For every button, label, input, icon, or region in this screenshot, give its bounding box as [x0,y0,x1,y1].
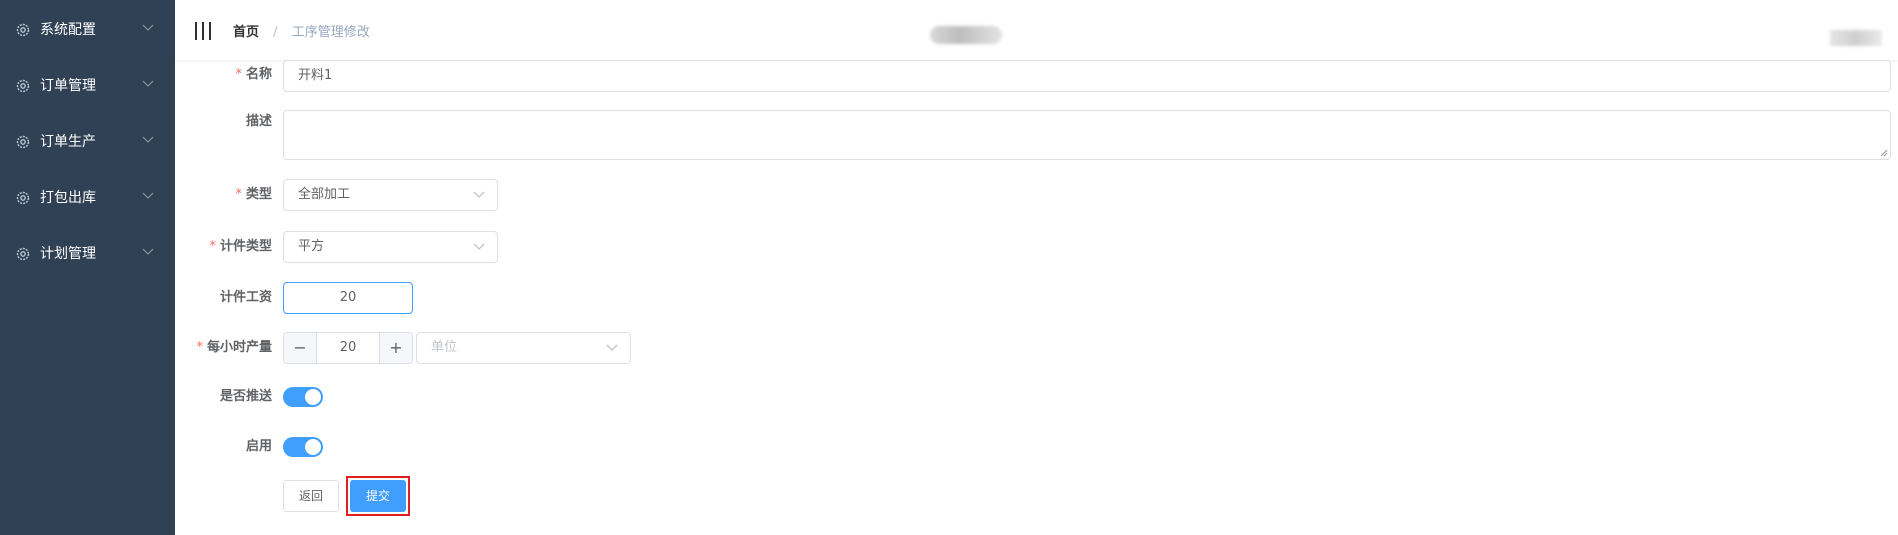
gear-icon [16,79,30,93]
unit-select-placeholder: 单位 [431,340,458,355]
decrement-button[interactable]: − [284,333,317,363]
toggle-knob [305,389,321,405]
breadcrumb-separator: / [273,25,278,40]
push-toggle[interactable] [283,387,323,407]
count-type-select-value: 平方 [298,239,325,254]
enabled-label: 启用 [245,439,272,454]
back-button[interactable]: 返回 [283,480,339,512]
sidebar-item-plan-management[interactable]: 计划管理 [0,226,175,282]
type-label: * 类型 [235,187,272,202]
sidebar-item-order-management[interactable]: 订单管理 [0,58,175,114]
toggle-knob [305,439,321,455]
sidebar-item-system-config[interactable]: 系统配置 [0,2,175,58]
sidebar-item-label: 订单生产 [40,134,96,150]
chevron-down-icon [142,136,154,143]
sidebar-item-order-production[interactable]: 订单生产 [0,114,175,170]
breadcrumb-home[interactable]: 首页 [233,25,259,40]
breadcrumb: 首页 / 工序管理修改 [233,24,370,42]
count-type-label: * 计件类型 [209,239,272,254]
description-label: 描述 [245,114,272,129]
breadcrumb-current: 工序管理修改 [291,25,370,40]
count-type-select[interactable]: 平方 [283,231,498,263]
process-edit-form: * 名称 开料1 描述 * 类型 全部加工 * 计件类型 平方 计件工资 20 * 每小… [175,56,1898,535]
sidebar-item-label: 订单管理 [40,78,96,94]
sidebar: 系统配置 订单管理 订单生产 打包出库 计划管理 [0,0,175,535]
blurred-user-info [930,26,1002,44]
piece-wage-input[interactable]: 20 [283,282,413,314]
hamburger-icon[interactable] [193,22,213,40]
name-input[interactable]: 开料1 [283,60,1891,92]
sidebar-item-label: 系统配置 [40,22,96,38]
hourly-output-label: * 每小时产量 [196,340,272,355]
enabled-toggle[interactable] [283,437,323,457]
name-label: * 名称 [235,67,272,82]
sidebar-item-label: 打包出库 [40,190,96,206]
chevron-down-icon [606,344,618,351]
blurred-avatar [1830,30,1882,46]
description-textarea[interactable] [283,110,1891,160]
type-select[interactable]: 全部加工 [283,179,498,211]
hourly-output-value[interactable]: 20 [317,333,379,363]
hourly-output-stepper: − 20 + [283,332,413,364]
gear-icon [16,23,30,37]
submit-button[interactable]: 提交 [350,480,406,512]
top-navbar: 首页 / 工序管理修改 [175,0,1898,60]
gear-icon [16,191,30,205]
unit-select[interactable]: 单位 [416,332,631,364]
chevron-down-icon [473,191,485,198]
piece-wage-label: 计件工资 [219,290,272,305]
push-label: 是否推送 [219,389,272,404]
sidebar-item-packing-outbound[interactable]: 打包出库 [0,170,175,226]
resize-handle-icon[interactable] [1880,149,1888,157]
increment-button[interactable]: + [379,333,412,363]
sidebar-item-label: 计划管理 [40,246,96,262]
gear-icon [16,247,30,261]
chevron-down-icon [142,24,154,31]
chevron-down-icon [473,243,485,250]
gear-icon [16,135,30,149]
type-select-value: 全部加工 [298,187,351,202]
